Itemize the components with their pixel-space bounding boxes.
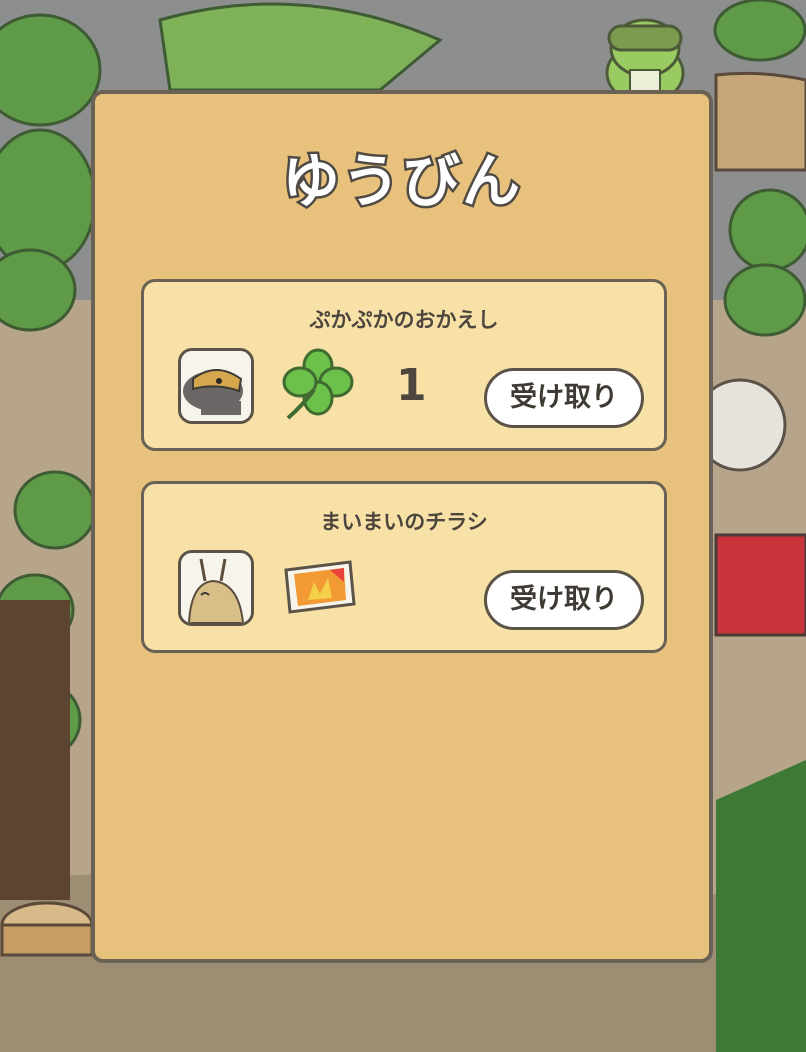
panel-title: ゆうびん — [279, 145, 522, 218]
mail-card: まいまいのチラシ 受け取り — [141, 481, 667, 653]
receive-button[interactable]: 受け取り — [484, 368, 644, 428]
receive-button[interactable]: 受け取り — [484, 570, 644, 630]
mail-sender: まいまいのチラシ — [320, 510, 488, 534]
item-quantity: 1 — [396, 360, 427, 411]
four-leaf-clover-icon — [280, 346, 356, 422]
mail-card: ぷかぷかのおかえし 1 受け取り — [141, 279, 667, 451]
mole-avatar-icon — [178, 348, 254, 424]
snail-avatar-icon — [178, 550, 254, 626]
mail-panel: ゆうびん ぷかぷかのおかえし 1 受け取り まいまいのチラシ 受け取り — [91, 90, 713, 963]
flyer-icon — [280, 548, 356, 624]
mail-sender: ぷかぷかのおかえし — [309, 308, 499, 332]
